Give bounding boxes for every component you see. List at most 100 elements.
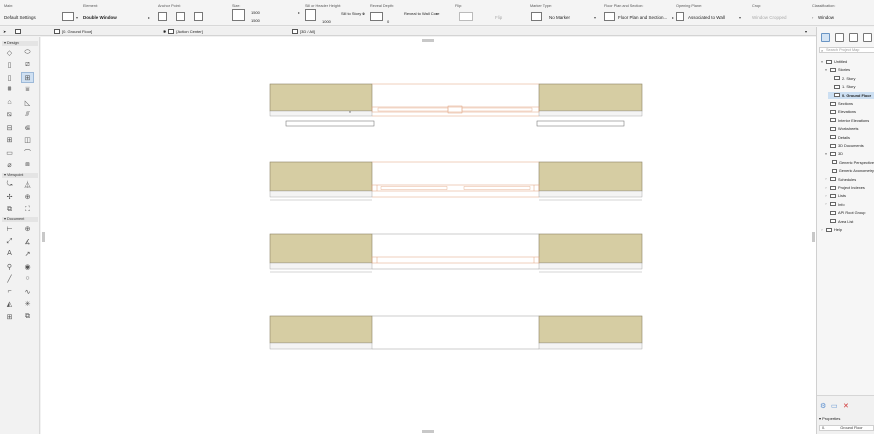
wall-left-3[interactable]	[269, 233, 373, 264]
flip-icon[interactable]	[459, 12, 473, 21]
project-map-search[interactable]: ⌕ Search Project Map	[819, 47, 874, 53]
element-name[interactable]: Double Window	[83, 15, 117, 20]
floor-plan-canvas[interactable]	[41, 37, 816, 434]
detail-tool-icon[interactable]: ⊕	[22, 192, 33, 201]
angle-dimension-tool-icon[interactable]: ∡	[22, 237, 33, 246]
delete-icon[interactable]: ✕	[843, 402, 849, 410]
publisher-sets-icon[interactable]	[863, 33, 872, 42]
change-tool-icon[interactable]: ⛶	[22, 205, 33, 214]
hotspot-tool-icon[interactable]: ⚲	[4, 262, 15, 271]
window-frame-3[interactable]	[371, 256, 540, 264]
element-expand-icon[interactable]: ▸	[148, 15, 150, 20]
default-settings-value[interactable]: Default Settings	[4, 15, 36, 20]
crop-value[interactable]: Window Cropped	[752, 15, 787, 20]
right-scroll-handle[interactable]	[812, 232, 815, 242]
project-map-icon[interactable]	[821, 33, 830, 42]
toolbox-section-viewpoint[interactable]: ▾ Viewpoint	[2, 173, 38, 178]
marquee-tool-icon[interactable]	[15, 28, 21, 35]
project-map-item[interactable]: Generic Perspective	[828, 159, 874, 166]
window-assembly-1[interactable]	[269, 83, 643, 127]
wall-right-2[interactable]	[538, 161, 643, 192]
sill-height-field[interactable]: 1000	[322, 19, 331, 24]
camera-tool-icon[interactable]: ⧉	[22, 312, 33, 321]
left-scroll-handle[interactable]	[42, 232, 45, 242]
object-tool-icon[interactable]: ⊞	[4, 135, 15, 144]
curtain-wall-tool-icon[interactable]: ⫻	[22, 110, 33, 119]
project-map-item[interactable]: › Help	[820, 226, 874, 233]
width-field[interactable]: 1500	[251, 10, 260, 15]
new-view-icon[interactable]: ▭	[831, 402, 838, 410]
wall-left-2[interactable]	[269, 161, 373, 192]
classification-arrow-icon[interactable]: ›	[812, 15, 813, 20]
dimension-tool-icon[interactable]: ⊢	[4, 224, 15, 233]
window-frame-2[interactable]	[371, 184, 540, 192]
reveal-depth-field[interactable]: 0	[387, 19, 389, 24]
tab-3d-all[interactable]: [3D / All]	[292, 28, 315, 35]
opening-dropdown-icon[interactable]: ▾	[739, 15, 741, 20]
project-map-item[interactable]: 3D Documents	[824, 142, 874, 149]
project-map-item[interactable]: ▾ Stories	[824, 66, 874, 73]
project-map-item[interactable]: Area List	[824, 218, 874, 225]
window-assembly-2[interactable]	[269, 161, 643, 201]
wall-right-1[interactable]	[538, 83, 643, 112]
window-assembly-3[interactable]	[269, 233, 643, 273]
top-scroll-handle[interactable]	[422, 39, 434, 42]
radial-dimension-tool-icon[interactable]: ⤢	[4, 237, 15, 246]
layout-book-icon[interactable]	[849, 33, 858, 42]
sill-mode[interactable]: Sill to Story 0	[341, 11, 365, 16]
skylight-tool-icon[interactable]: ⧅	[4, 110, 15, 119]
line-tool-icon[interactable]: ╱	[4, 274, 15, 283]
wall-tool-icon[interactable]: ◇	[4, 48, 15, 57]
properties-header[interactable]: ▾ Properties	[819, 416, 840, 421]
project-map-item[interactable]: Details	[824, 134, 874, 141]
railing-tool-icon[interactable]: ⩸	[22, 85, 33, 94]
label-tool-icon[interactable]: ↗	[22, 249, 33, 258]
elevation-tool-icon[interactable]: ⏅	[22, 180, 33, 189]
slab-alt-tool-icon[interactable]: ⧈	[22, 160, 33, 169]
height-field[interactable]: 1500	[251, 18, 260, 23]
expand-toggle-icon[interactable]: ▾	[820, 60, 824, 64]
expand-toggle-icon[interactable]: ›	[824, 177, 828, 181]
marker-dropdown-icon[interactable]: ▾	[594, 15, 596, 20]
project-map-item[interactable]: API Root Group	[824, 209, 874, 216]
expand-toggle-icon[interactable]: ›	[824, 194, 828, 198]
circle-tool-icon[interactable]: ○	[22, 274, 33, 283]
toolbox-section-document[interactable]: ▾ Document	[2, 217, 38, 222]
zone-tool-icon[interactable]: ▭	[4, 148, 15, 157]
arrow-tool-icon[interactable]: ➤	[3, 28, 6, 35]
worksheet-tool-icon[interactable]: ⧉	[4, 205, 15, 214]
column-tool-icon[interactable]: ▯	[4, 60, 15, 69]
expand-toggle-icon[interactable]: ›	[820, 228, 824, 232]
anchor-right-icon[interactable]	[194, 12, 203, 21]
project-map-item[interactable]: ▾ 3D	[824, 150, 874, 157]
project-map-item[interactable]: 2. Story	[828, 75, 874, 82]
floorplan-settings-button[interactable]: Floor Plan and Section...	[618, 15, 667, 20]
section-tool-icon[interactable]: ⤿	[4, 180, 15, 189]
sill-arrow-icon[interactable]: ▸	[363, 11, 365, 16]
project-map-item[interactable]: › Schedules	[824, 176, 874, 183]
project-map-item[interactable]: Sections	[824, 100, 874, 107]
properties-row[interactable]: 0. Ground Floor	[819, 425, 874, 431]
toolbox-section-design[interactable]: ▾ Design	[2, 41, 38, 46]
bottom-scroll-handle[interactable]	[422, 430, 434, 433]
interior-elevation-tool-icon[interactable]: ✢	[4, 192, 15, 201]
tab-ground-floor[interactable]: [0. Ground Floor]	[54, 28, 92, 35]
lamp-tool-icon[interactable]: ◫	[22, 135, 33, 144]
window-frame-1[interactable]	[371, 106, 540, 113]
grid-tool-icon[interactable]: ⊞	[4, 312, 15, 321]
dropdown-arrow-icon[interactable]: ▾	[76, 15, 78, 20]
project-map-item[interactable]: Generic Axonometry	[828, 167, 874, 174]
project-map-item[interactable]: › Project Indexes	[824, 184, 874, 191]
classification-value[interactable]: Window	[818, 15, 834, 20]
wall-left-4[interactable]	[269, 315, 373, 344]
project-map-item[interactable]: Interior Elevations	[824, 117, 874, 124]
window-assembly-4[interactable]	[269, 315, 643, 350]
window-tool-icon[interactable]: ⊞	[21, 72, 34, 83]
anchor-left-icon[interactable]	[158, 12, 167, 21]
polyline-tool-icon[interactable]: ⌐	[4, 287, 15, 296]
tab-action-center[interactable]: ✱ [Action Center]	[163, 28, 203, 35]
stair-tool-icon[interactable]: ⩩	[4, 85, 15, 94]
project-map-item[interactable]: › Info	[824, 201, 874, 208]
figure-tool-icon[interactable]: ◉	[22, 262, 33, 271]
wall-right-3[interactable]	[538, 233, 643, 264]
